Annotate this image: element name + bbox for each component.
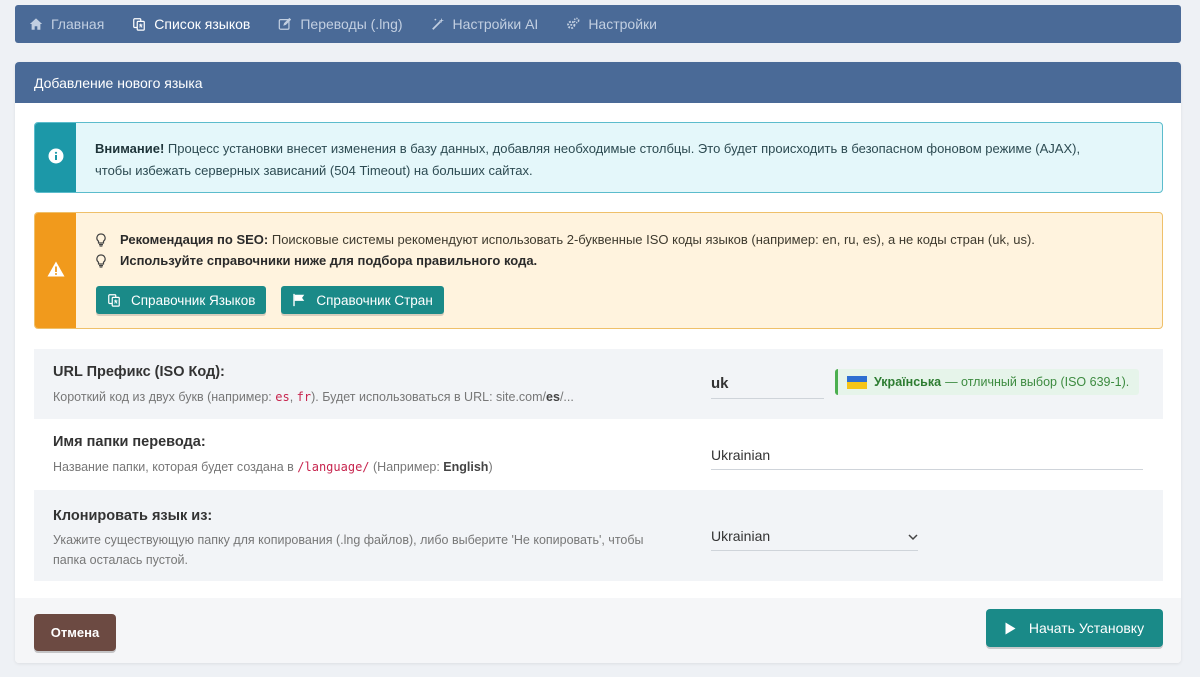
folder-name-input[interactable]: Ukrainian xyxy=(711,447,1143,470)
add-language-card: Добавление нового языка Внимание! Процес… xyxy=(15,62,1181,663)
language-validation-badge: Українська — отличный выбор (ISO 639-1). xyxy=(835,369,1140,395)
language-reference-button[interactable]: Справочник Языков xyxy=(96,286,267,314)
url-prefix-row: URL Префикс (ISO Код): Короткий код из д… xyxy=(34,349,1163,419)
top-navigation: Главная Список языков Переводы (.lng) На… xyxy=(15,5,1181,43)
nav-item-home[interactable]: Главная xyxy=(29,16,104,32)
magic-wand-icon xyxy=(431,17,445,31)
nav-item-label: Настройки xyxy=(588,16,657,32)
clone-language-row: Клонировать язык из: Укажите существующу… xyxy=(34,490,1163,581)
language-icon xyxy=(132,17,146,31)
info-alert: Внимание! Процесс установки внесет измен… xyxy=(34,122,1163,193)
info-circle-icon xyxy=(48,148,64,167)
folder-name-label: Имя папки перевода: xyxy=(53,434,206,450)
nav-item-label: Список языков xyxy=(154,16,251,32)
nav-item-settings[interactable]: Настройки xyxy=(566,16,657,32)
iso-code-input[interactable]: uk xyxy=(711,375,824,399)
gears-icon xyxy=(566,17,580,31)
home-icon xyxy=(29,17,43,31)
clone-language-hint: Укажите существующую папку для копирован… xyxy=(53,533,644,567)
clone-language-select[interactable]: Ukrainian xyxy=(711,528,918,551)
lightbulb-icon xyxy=(96,232,106,247)
url-prefix-label: URL Префикс (ISO Код): xyxy=(53,364,225,380)
warning-triangle-icon xyxy=(47,261,65,280)
clone-language-label: Клонировать язык из: xyxy=(53,508,213,524)
play-icon xyxy=(1005,622,1016,635)
nav-item-label: Переводы (.lng) xyxy=(300,16,403,32)
info-alert-strong: Внимание! xyxy=(95,141,165,156)
lightbulb-icon xyxy=(96,253,106,268)
country-reference-button[interactable]: Справочник Стран xyxy=(281,286,444,314)
start-install-button[interactable]: Начать Установку xyxy=(986,609,1163,647)
ukraine-flag-icon xyxy=(847,375,867,389)
nav-item-translations[interactable]: Переводы (.lng) xyxy=(278,16,403,32)
card-footer: Отмена Начать Установку xyxy=(15,598,1181,663)
url-prefix-hint: Короткий код из двух букв (например: es,… xyxy=(53,390,574,404)
edit-icon xyxy=(278,17,292,31)
flag-icon xyxy=(292,293,306,307)
nav-item-label: Главная xyxy=(51,16,105,32)
info-alert-text: Внимание! Процесс установки внесет измен… xyxy=(95,141,1081,178)
folder-name-row: Имя папки перевода: Название папки, кото… xyxy=(34,419,1163,490)
reference-tip: Используйте справочники ниже для подбора… xyxy=(96,250,1035,271)
nav-item-label: Настройки AI xyxy=(452,16,539,32)
chevron-down-icon xyxy=(908,528,918,544)
nav-item-ai-settings[interactable]: Настройки AI xyxy=(431,16,539,32)
cancel-button[interactable]: Отмена xyxy=(34,614,116,651)
nav-item-language-list[interactable]: Список языков xyxy=(132,16,250,32)
clone-language-selected: Ukrainian xyxy=(711,528,771,544)
folder-name-hint: Название папки, которая будет создана в … xyxy=(53,460,493,474)
language-icon xyxy=(107,293,121,307)
seo-tip: Рекомендация по SEO: Поисковые системы р… xyxy=(96,229,1035,250)
seo-warning-alert: Рекомендация по SEO: Поисковые системы р… xyxy=(34,212,1163,329)
card-title: Добавление нового языка xyxy=(15,62,1181,103)
